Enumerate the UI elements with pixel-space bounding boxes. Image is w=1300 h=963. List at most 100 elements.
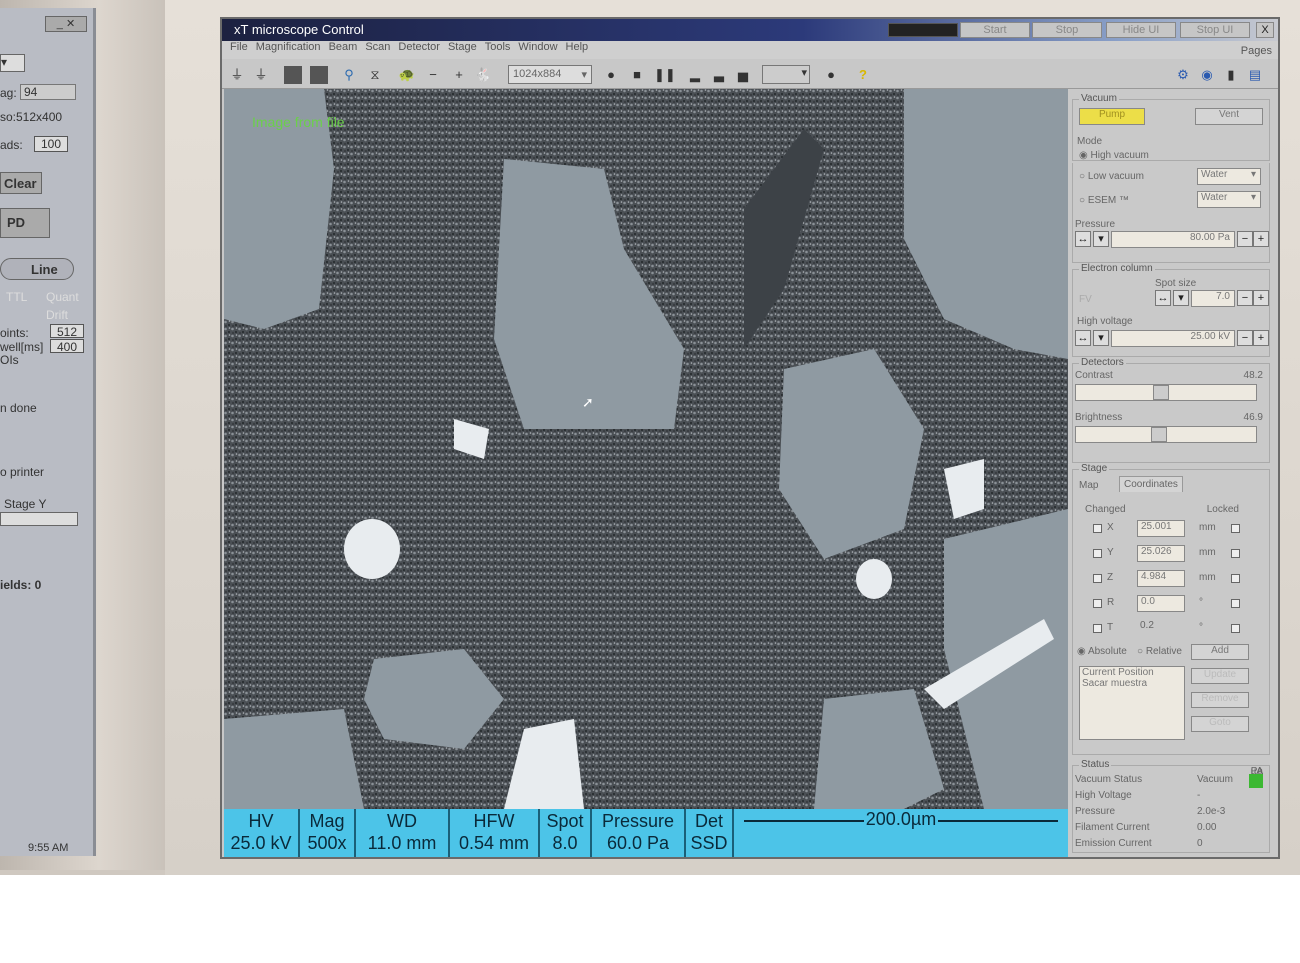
resolution-select[interactable]: 1024x884 ▾ <box>508 65 592 84</box>
layout-icon[interactable]: ▤ <box>1246 66 1264 84</box>
reads-field[interactable]: 100 <box>34 136 68 152</box>
slow-scan-icon[interactable]: 🐢 <box>398 66 416 84</box>
locked-checkbox[interactable] <box>1231 524 1240 533</box>
low-vacuum-radio[interactable]: ○ Low vacuum <box>1079 171 1144 182</box>
reduced-area-icon[interactable] <box>310 66 328 84</box>
goto-button[interactable]: Goto <box>1191 716 1249 732</box>
high-voltage-field[interactable]: 25.00 kV <box>1111 330 1235 347</box>
low-vacuum-gas-select[interactable]: Water ▾ <box>1197 168 1261 185</box>
locked-checkbox[interactable] <box>1231 574 1240 583</box>
slider-thumb[interactable] <box>1153 385 1170 400</box>
line-button[interactable]: Line <box>0 258 74 280</box>
position-list[interactable]: Current Position Sacar muestra <box>1079 666 1185 740</box>
locked-checkbox[interactable] <box>1231 549 1240 558</box>
fast-scan-icon[interactable]: 🐇 <box>474 66 492 84</box>
coord-field-r[interactable]: 0.0 <box>1137 595 1185 612</box>
clear-button[interactable]: Clear <box>0 172 42 194</box>
spot-increase[interactable]: + <box>1253 290 1269 306</box>
scan-speed-2-icon[interactable]: ▃ <box>710 66 728 84</box>
window-controls[interactable]: _ ✕ <box>45 16 87 32</box>
stage-icon[interactable]: ⚲ <box>340 66 358 84</box>
sample-icon[interactable]: ▮ <box>1222 66 1240 84</box>
hv-link-icon[interactable]: ↔ <box>1075 330 1091 346</box>
list-item[interactable]: Current Position <box>1082 667 1180 678</box>
stop-button[interactable]: Stop <box>1032 22 1102 38</box>
menu-stage[interactable]: Stage <box>448 41 477 53</box>
increase-icon[interactable]: + <box>450 66 468 84</box>
hv-dropdown[interactable]: ▾ <box>1093 330 1109 346</box>
spot-decrease[interactable]: − <box>1237 290 1253 306</box>
update-button[interactable]: Update <box>1191 668 1249 684</box>
tab-coordinates[interactable]: Coordinates <box>1119 476 1183 492</box>
changed-checkbox[interactable] <box>1093 624 1102 633</box>
pressure-dropdown[interactable]: ▾ <box>1093 231 1109 247</box>
record-icon[interactable]: ● <box>822 66 840 84</box>
help-icon[interactable]: ? <box>854 66 872 84</box>
menu-magnification[interactable]: Magnification <box>256 41 321 53</box>
pressure-link-icon[interactable]: ↔ <box>1075 231 1091 247</box>
photo-icon[interactable]: ■ <box>628 66 646 84</box>
quant-checkbox[interactable]: Quant <box>46 290 79 304</box>
filter-icon[interactable]: ⧖ <box>366 66 384 84</box>
pressure-decrease[interactable]: − <box>1237 231 1253 247</box>
pressure-field[interactable]: 80.00 Pa <box>1111 231 1235 248</box>
changed-checkbox[interactable] <box>1093 549 1102 558</box>
spot-link-icon[interactable]: ↔ <box>1155 290 1171 306</box>
pages-label[interactable]: Pages <box>1241 45 1272 57</box>
stop-ui-button[interactable]: Stop UI <box>1180 22 1250 38</box>
menu-scan[interactable]: Scan <box>365 41 390 53</box>
locked-checkbox[interactable] <box>1231 599 1240 608</box>
pd-button[interactable]: PD <box>0 208 50 238</box>
settings-icon[interactable]: ⚙ <box>1174 66 1192 84</box>
points-field[interactable]: 512 <box>50 324 84 339</box>
changed-checkbox[interactable] <box>1093 599 1102 608</box>
menu-tools[interactable]: Tools <box>485 41 511 53</box>
beam-on-icon[interactable]: ⏚ <box>228 66 246 84</box>
changed-checkbox[interactable] <box>1093 524 1102 533</box>
coord-field-y[interactable]: 25.026 <box>1137 545 1185 562</box>
mag-field[interactable]: 94 <box>20 84 76 100</box>
drift-checkbox[interactable]: Drift <box>46 308 68 322</box>
close-button[interactable]: X <box>1256 22 1274 38</box>
add-button[interactable]: Add <box>1191 644 1249 660</box>
start-button[interactable]: Start <box>960 22 1030 38</box>
hide-ui-button[interactable]: Hide UI <box>1106 22 1176 38</box>
pressure-increase[interactable]: + <box>1253 231 1269 247</box>
relative-radio[interactable]: ○ Relative <box>1137 646 1182 657</box>
dropdown[interactable]: ▾ <box>0 54 25 72</box>
vent-button[interactable]: Vent <box>1195 108 1263 125</box>
menu-detector[interactable]: Detector <box>398 41 440 53</box>
spot-dropdown[interactable]: ▾ <box>1173 290 1189 306</box>
locked-checkbox[interactable] <box>1231 624 1240 633</box>
slider-thumb[interactable] <box>1151 427 1168 442</box>
contrast-slider[interactable] <box>1075 384 1257 401</box>
spot-size-field[interactable]: 7.0 <box>1191 290 1235 307</box>
coord-field-z[interactable]: 4.984 <box>1137 570 1185 587</box>
coord-field-x[interactable]: 25.001 <box>1137 520 1185 537</box>
menu-window[interactable]: Window <box>518 41 557 53</box>
scan-speed-1-icon[interactable]: ▂ <box>686 66 704 84</box>
menu-beam[interactable]: Beam <box>329 41 358 53</box>
tab-map[interactable]: Map <box>1079 480 1098 491</box>
pause-icon[interactable]: ❚❚ <box>654 66 676 84</box>
changed-checkbox[interactable] <box>1093 574 1102 583</box>
absolute-radio[interactable]: ◉ Absolute <box>1077 646 1127 657</box>
globe-icon[interactable]: ◉ <box>1198 66 1216 84</box>
esem-radio[interactable]: ○ ESEM ™ <box>1079 195 1129 206</box>
esem-gas-select[interactable]: Water ▾ <box>1197 191 1261 208</box>
menu-help[interactable]: Help <box>566 41 589 53</box>
remove-button[interactable]: Remove <box>1191 692 1249 708</box>
high-vacuum-radio[interactable]: ◉ High vacuum <box>1079 150 1149 161</box>
list-item[interactable]: Sacar muestra <box>1082 678 1180 689</box>
beam-off-icon[interactable]: ⏚ <box>252 66 270 84</box>
stage-y-field[interactable] <box>0 512 78 526</box>
pump-button[interactable]: Pump <box>1079 108 1145 125</box>
decrease-icon[interactable]: − <box>424 66 442 84</box>
hv-increase[interactable]: + <box>1253 330 1269 346</box>
hv-decrease[interactable]: − <box>1237 330 1253 346</box>
full-frame-icon[interactable] <box>284 66 302 84</box>
scan-speed-3-icon[interactable]: ▅ <box>734 66 752 84</box>
snapshot-icon[interactable]: ● <box>602 66 620 84</box>
sem-image[interactable]: Image from file ➚ <box>224 89 1068 809</box>
brightness-slider[interactable] <box>1075 426 1257 443</box>
